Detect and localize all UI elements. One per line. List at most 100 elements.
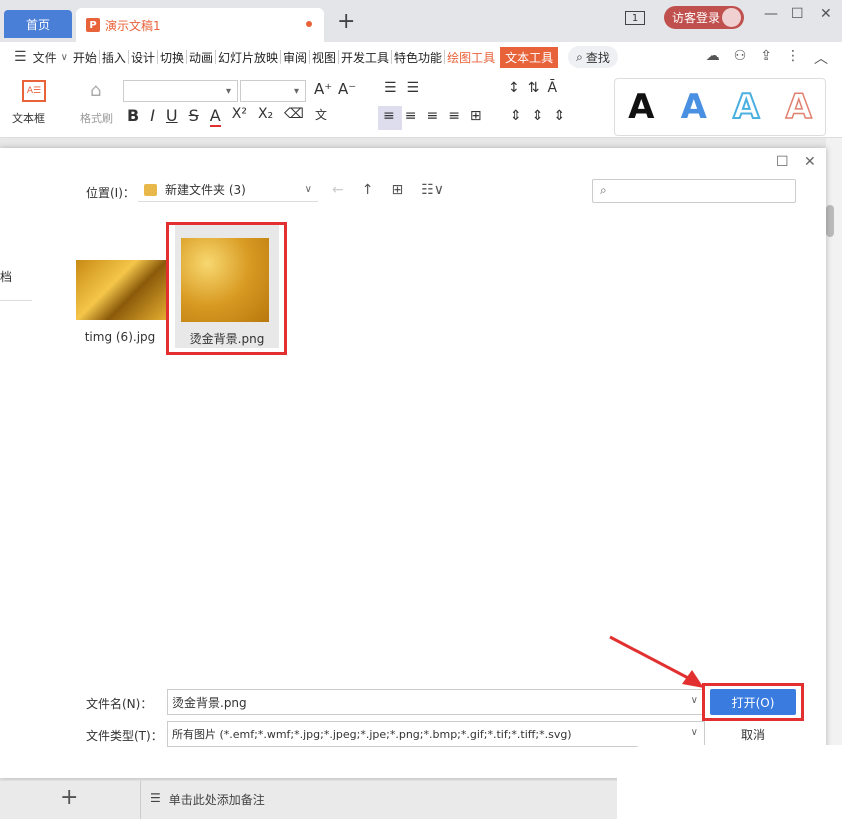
- more-icon[interactable]: ⋮: [786, 48, 800, 68]
- filename-input[interactable]: 烫金背景.png ∨: [167, 689, 705, 715]
- superscript-button[interactable]: X²: [232, 106, 247, 127]
- filename-label: 文件名(N)：: [86, 697, 153, 711]
- font-family-select[interactable]: ▾: [123, 80, 238, 102]
- menu-text-tools[interactable]: 文本工具: [500, 46, 559, 68]
- open-button-annotation-box: [702, 683, 804, 721]
- textbox-icon[interactable]: A☰: [22, 80, 46, 102]
- menu-animation[interactable]: 动画: [188, 49, 214, 66]
- title-bar: 首页 P 演示文稿1 + 1 访客登录 — ☐ ✕: [0, 0, 842, 42]
- new-tab-button[interactable]: +: [337, 10, 355, 34]
- menu-divider: [309, 50, 311, 64]
- menu-file[interactable]: 文件: [33, 49, 57, 66]
- file-name: timg (6).jpg: [84, 330, 156, 344]
- unsaved-dot-icon: [306, 21, 312, 27]
- menu-divider: [185, 50, 187, 64]
- spacing-buttons[interactable]: ⇕⇕⇕: [510, 108, 575, 124]
- grow-font-icon[interactable]: A⁺: [314, 80, 332, 98]
- menu-slideshow[interactable]: 幻灯片放映: [217, 49, 279, 66]
- bottom-divider: [140, 781, 141, 819]
- notes-area[interactable]: ☰ 单击此处添加备注: [150, 791, 265, 808]
- maximize-button[interactable]: ☐: [791, 6, 804, 22]
- format-painter-label[interactable]: 格式刷: [80, 110, 113, 126]
- ribbon-toolbar: A☰ 文本框 ⌂ 格式刷 ▾ ▾ A⁺ A⁻ B I U S A X² X₂ ⌫…: [0, 72, 842, 138]
- menu-transition[interactable]: 切换: [159, 49, 185, 66]
- chevron-down-icon[interactable]: ∨: [61, 52, 68, 63]
- collapse-ribbon-icon[interactable]: ︿: [814, 48, 828, 68]
- strikethrough-button[interactable]: S: [189, 106, 199, 127]
- scrollbar-thumb[interactable]: [826, 205, 834, 237]
- menu-view[interactable]: 视图: [311, 49, 337, 66]
- bold-button[interactable]: B: [127, 106, 139, 127]
- collaborate-icon[interactable]: ⚇: [734, 48, 747, 68]
- menu-developer[interactable]: 开发工具: [340, 49, 390, 66]
- watermark-overlay: [617, 745, 842, 819]
- share-icon[interactable]: ⇪: [760, 48, 772, 68]
- textbox-label[interactable]: 文本框: [12, 110, 45, 126]
- text-style-outline-red[interactable]: A: [785, 86, 813, 128]
- sidebar-item-documents[interactable]: 档: [0, 268, 12, 285]
- dialog-maximize-button[interactable]: ☐: [776, 154, 789, 170]
- italic-button[interactable]: I: [150, 106, 155, 127]
- open-file-dialog: 档 ☐ ✕ 位置(I)： 新建文件夹 (3) ∨ ← ↑ ⊞ ☷∨ ⌕ timg…: [0, 148, 826, 778]
- menu-draw-tools[interactable]: 绘图工具: [446, 49, 496, 66]
- hamburger-menu-icon[interactable]: ☰: [14, 49, 27, 65]
- filetype-select[interactable]: 所有图片 (*.emf;*.wmf;*.jpg;*.jpeg;*.jpe;*.p…: [167, 721, 705, 747]
- text-style-black[interactable]: A: [628, 87, 654, 127]
- menu-design[interactable]: 设计: [130, 49, 156, 66]
- align-buttons[interactable]: ≡≡≡≡⊞: [383, 108, 492, 124]
- chevron-down-icon: ▾: [225, 86, 231, 97]
- minimize-button[interactable]: —: [764, 6, 778, 22]
- page-count-badge[interactable]: 1: [625, 11, 645, 25]
- chevron-down-icon: ∨: [304, 184, 312, 195]
- clear-format-icon[interactable]: ⌫: [284, 106, 304, 127]
- menu-bar: ☰ 文件 ∨ 开始 插入 设计 切换 动画 幻灯片放映 审阅 视图 开发工具 特…: [0, 42, 842, 72]
- menu-divider: [156, 50, 158, 64]
- close-button[interactable]: ✕: [820, 6, 832, 22]
- filename-value: 烫金背景.png: [172, 695, 247, 710]
- line-spacing-buttons[interactable]: ↕⇅Ā: [508, 80, 565, 96]
- file-search-input[interactable]: ⌕: [592, 179, 796, 203]
- menu-review[interactable]: 审阅: [282, 49, 308, 66]
- menubar-actions: ☁ ⚇ ⇪ ⋮ ︿: [706, 48, 828, 68]
- tab-document[interactable]: P 演示文稿1: [76, 8, 324, 42]
- list-buttons[interactable]: ☰☰: [384, 80, 429, 96]
- back-arrow-icon[interactable]: ←: [332, 182, 344, 198]
- chevron-down-icon: ∨: [690, 695, 698, 706]
- cancel-button[interactable]: 取消: [710, 721, 796, 747]
- add-slide-button[interactable]: +: [60, 785, 78, 810]
- menu-insert[interactable]: 插入: [101, 49, 127, 66]
- location-label: 位置(I)：: [86, 186, 135, 200]
- up-arrow-icon[interactable]: ↑: [362, 182, 374, 198]
- text-style-outline-blue[interactable]: A: [732, 86, 760, 128]
- subscript-button[interactable]: X₂: [258, 106, 273, 127]
- tab-home[interactable]: 首页: [4, 10, 72, 38]
- menu-features[interactable]: 特色功能: [393, 49, 443, 66]
- dialog-sidebar: 档: [0, 148, 66, 778]
- menu-start[interactable]: 开始: [72, 49, 98, 66]
- folder-icon: [144, 183, 157, 196]
- file-item-timg[interactable]: timg (6).jpg: [76, 260, 168, 344]
- format-painter-icon[interactable]: ⌂: [90, 80, 101, 101]
- text-style-blue[interactable]: A: [681, 87, 707, 127]
- search-icon: ⌕: [600, 183, 607, 197]
- format-buttons: B I U S A X² X₂ ⌫ 文: [127, 106, 327, 127]
- phonetic-icon[interactable]: 文: [315, 106, 327, 127]
- view-mode-icon[interactable]: ☷∨: [421, 182, 444, 198]
- font-size-select[interactable]: ▾: [240, 80, 306, 102]
- underline-button[interactable]: U: [166, 106, 178, 127]
- search-button[interactable]: ⌕ 查找: [568, 46, 618, 68]
- dialog-close-button[interactable]: ✕: [804, 154, 816, 170]
- shrink-font-icon[interactable]: A⁻: [338, 80, 356, 98]
- selection-annotation-box: [166, 222, 287, 355]
- document-title: 演示文稿1: [105, 18, 161, 33]
- font-color-button[interactable]: A: [209, 106, 221, 127]
- menu-divider: [280, 50, 281, 64]
- new-folder-icon[interactable]: ⊞: [391, 182, 403, 198]
- visitor-login-button[interactable]: 访客登录: [664, 6, 744, 29]
- notes-placeholder: 单击此处添加备注: [168, 793, 265, 807]
- cloud-sync-icon[interactable]: ☁: [706, 48, 720, 68]
- location-select[interactable]: 新建文件夹 (3) ∨: [138, 178, 318, 202]
- filetype-value: 所有图片 (*.emf;*.wmf;*.jpg;*.jpeg;*.jpe;*.p…: [172, 728, 572, 741]
- visitor-login-label: 访客登录: [672, 11, 721, 25]
- menu-divider: [98, 50, 100, 64]
